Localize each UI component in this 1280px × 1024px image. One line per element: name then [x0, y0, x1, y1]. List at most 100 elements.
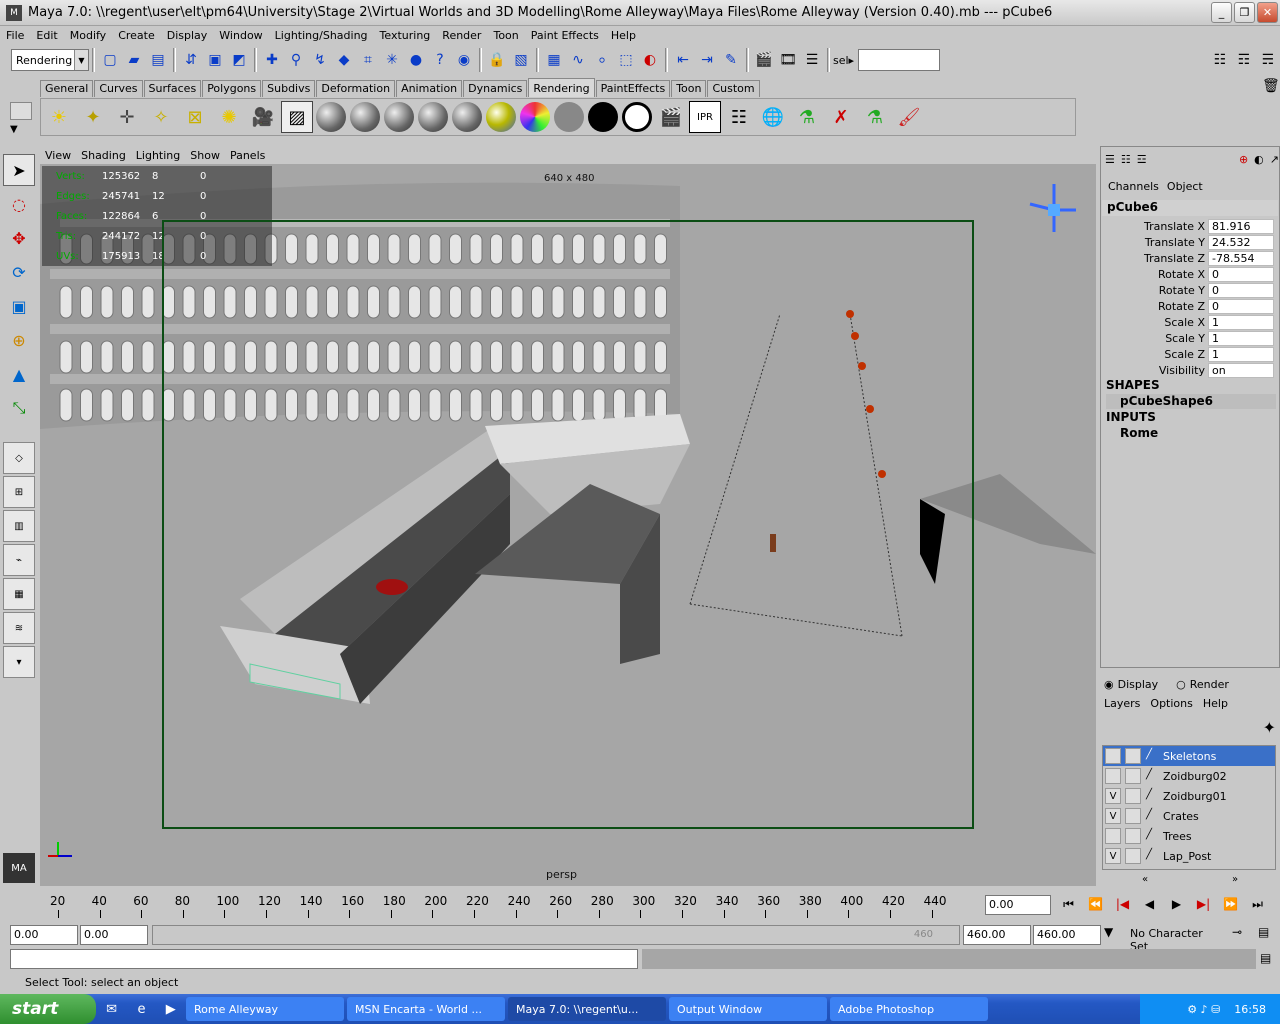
menu-render[interactable]: Render	[436, 29, 487, 42]
panel-menu-panels[interactable]: Panels	[225, 149, 270, 162]
channel-attribute-row[interactable]: Translate Z -78.554	[1102, 250, 1274, 266]
show-tool-settings-icon[interactable]: ☶	[1233, 49, 1255, 71]
shape-node-item[interactable]: pCubeShape6	[1106, 394, 1276, 409]
menu-file[interactable]: File	[0, 29, 30, 42]
mask-curves-icon[interactable]: ↯	[309, 49, 331, 71]
attribute-name[interactable]: Rotate Z	[1102, 300, 1208, 313]
attribute-name[interactable]: Translate Y	[1102, 236, 1208, 249]
script-editor-icon[interactable]: ▤	[1260, 951, 1271, 965]
channel-attribute-row[interactable]: Scale X1	[1102, 314, 1274, 330]
tab-deformation[interactable]: Deformation	[316, 80, 396, 97]
task-msn-encarta[interactable]: MSN Encarta - World ...	[347, 997, 505, 1021]
layer-type-toggle[interactable]	[1125, 848, 1141, 864]
layered-shader-icon[interactable]	[485, 101, 517, 133]
character-set-field[interactable]: No Character Set	[1127, 925, 1227, 953]
layer-menu-layers[interactable]: Layers	[1104, 697, 1140, 710]
show-channel-box-icon[interactable]: ☴	[1257, 49, 1279, 71]
tray-icons[interactable]: ⚙ ♪ ⛁	[1187, 1003, 1220, 1016]
shelf-options[interactable]: ▼	[10, 102, 36, 140]
attribute-name[interactable]: Translate X	[1102, 220, 1208, 233]
select-tool-icon[interactable]: ➤	[3, 154, 35, 186]
layer-type-toggle[interactable]	[1125, 748, 1141, 764]
channel-attribute-row[interactable]: Scale Y1	[1102, 330, 1274, 346]
mask-dynamics-icon[interactable]: ✳	[381, 49, 403, 71]
render-view-icon[interactable]: ⚗	[791, 101, 823, 133]
layer-type-toggle[interactable]	[1125, 768, 1141, 784]
ipr-render-icon[interactable]: 🎞	[777, 49, 799, 71]
snap-grid-icon[interactable]: ▦	[543, 49, 565, 71]
tab-painteffects[interactable]: PaintEffects	[595, 80, 671, 97]
channel-attribute-row[interactable]: Rotate Y0	[1102, 282, 1274, 298]
scroll-left-icon[interactable]: «	[1142, 874, 1148, 886]
layer-type-toggle[interactable]	[1125, 788, 1141, 804]
layer-editor-icon[interactable]: ☷	[1121, 153, 1131, 166]
render-radio[interactable]: ○	[1176, 678, 1186, 691]
new-scene-icon[interactable]: ▢	[99, 49, 121, 71]
spot-light-icon[interactable]: ✦	[77, 101, 109, 133]
mel-command-input[interactable]	[10, 949, 638, 969]
area-light-icon[interactable]: ✧	[145, 101, 177, 133]
input-node-item[interactable]: Rome	[1106, 426, 1276, 441]
attribute-value[interactable]: 1	[1208, 346, 1274, 362]
play-backwards-icon[interactable]: ◀	[1136, 893, 1163, 915]
snap-curve-icon[interactable]: ∿	[567, 49, 589, 71]
mask-misc-icon[interactable]: ?	[429, 49, 451, 71]
scroll-right-icon[interactable]: »	[1232, 874, 1238, 886]
start-button[interactable]: start	[0, 994, 96, 1024]
layer-color-icon[interactable]: ╱	[1146, 749, 1160, 763]
mask-all-icon[interactable]: ◉	[453, 49, 475, 71]
layer-type-toggle[interactable]	[1125, 828, 1141, 844]
mask-rendering-icon[interactable]: ●	[405, 49, 427, 71]
menu-create[interactable]: Create	[112, 29, 161, 42]
selected-object-name[interactable]: pCube6	[1102, 200, 1278, 216]
auto-key-icon[interactable]: ⊸	[1232, 925, 1242, 939]
layer-type-toggle[interactable]	[1125, 808, 1141, 824]
layout-menu-icon[interactable]: ▾	[3, 646, 35, 678]
attribute-value[interactable]: on	[1208, 362, 1274, 378]
mask-joints-icon[interactable]: ⚲	[285, 49, 307, 71]
tab-general[interactable]: General	[40, 80, 94, 97]
hypershade-icon[interactable]: ▨	[281, 101, 313, 133]
attribute-value[interactable]: 24.532	[1208, 234, 1274, 250]
camera-icon[interactable]: 🎥	[247, 101, 279, 133]
step-back-key-icon[interactable]: |◀	[1109, 893, 1136, 915]
layer-row[interactable]: ╱ Skeletons	[1103, 746, 1275, 766]
layer-row[interactable]: ╱ Trees	[1103, 826, 1275, 846]
view-cube-axis-icon[interactable]	[1018, 176, 1078, 236]
layer-visibility-toggle[interactable]: V	[1105, 788, 1121, 804]
layer-visibility-toggle[interactable]: V	[1105, 808, 1121, 824]
point-light-icon[interactable]: ✛	[111, 101, 143, 133]
ipr-render-shelf-icon[interactable]: IPR	[689, 101, 721, 133]
tab-curves[interactable]: Curves	[94, 80, 143, 97]
task-rome-alleyway[interactable]: Rome Alleyway	[186, 997, 344, 1021]
panel-menu-show[interactable]: Show	[185, 149, 225, 162]
step-back-icon[interactable]: ⏪	[1082, 893, 1109, 915]
lasso-tool-icon[interactable]: ◌	[3, 188, 35, 220]
layer-color-icon[interactable]: ╱	[1146, 849, 1160, 863]
layer-visibility-toggle[interactable]	[1105, 768, 1121, 784]
range-slider[interactable]: 460	[152, 925, 960, 945]
mask-deformations-icon[interactable]: ⌗	[357, 49, 379, 71]
shelf-tabs-icon[interactable]	[10, 102, 32, 120]
tab-custom[interactable]: Custom	[707, 80, 760, 97]
menu-modify[interactable]: Modify	[64, 29, 112, 42]
attribute-value[interactable]: 1	[1208, 330, 1274, 346]
maya-app-icon[interactable]: M	[6, 4, 22, 21]
layer-color-icon[interactable]: ╱	[1146, 769, 1160, 783]
output-ops-icon[interactable]: ⇥	[696, 49, 718, 71]
channel-attribute-row[interactable]: Translate X 81.916	[1102, 218, 1274, 234]
snap-point-icon[interactable]: ⸰	[591, 49, 613, 71]
range-end-field[interactable]: 460.00	[1033, 925, 1101, 945]
shading-map-icon[interactable]	[621, 101, 653, 133]
playback-end-field[interactable]: 460.00	[963, 925, 1031, 945]
menu-window[interactable]: Window	[213, 29, 268, 42]
render-settings-icon[interactable]: ☷	[723, 101, 755, 133]
step-forward-key-icon[interactable]: ▶|	[1190, 893, 1217, 915]
show-attribute-editor-icon[interactable]: ☷	[1209, 49, 1231, 71]
layer-row[interactable]: ╱ Zoidburg02	[1103, 766, 1275, 786]
menu-set-dropdown[interactable]: Rendering ▼	[11, 49, 89, 71]
attribute-value[interactable]: -78.554	[1208, 250, 1274, 266]
attribute-name[interactable]: Translate Z	[1102, 252, 1208, 265]
menu-edit[interactable]: Edit	[30, 29, 63, 42]
manipulator-display-icon[interactable]: ↗	[1270, 153, 1279, 166]
